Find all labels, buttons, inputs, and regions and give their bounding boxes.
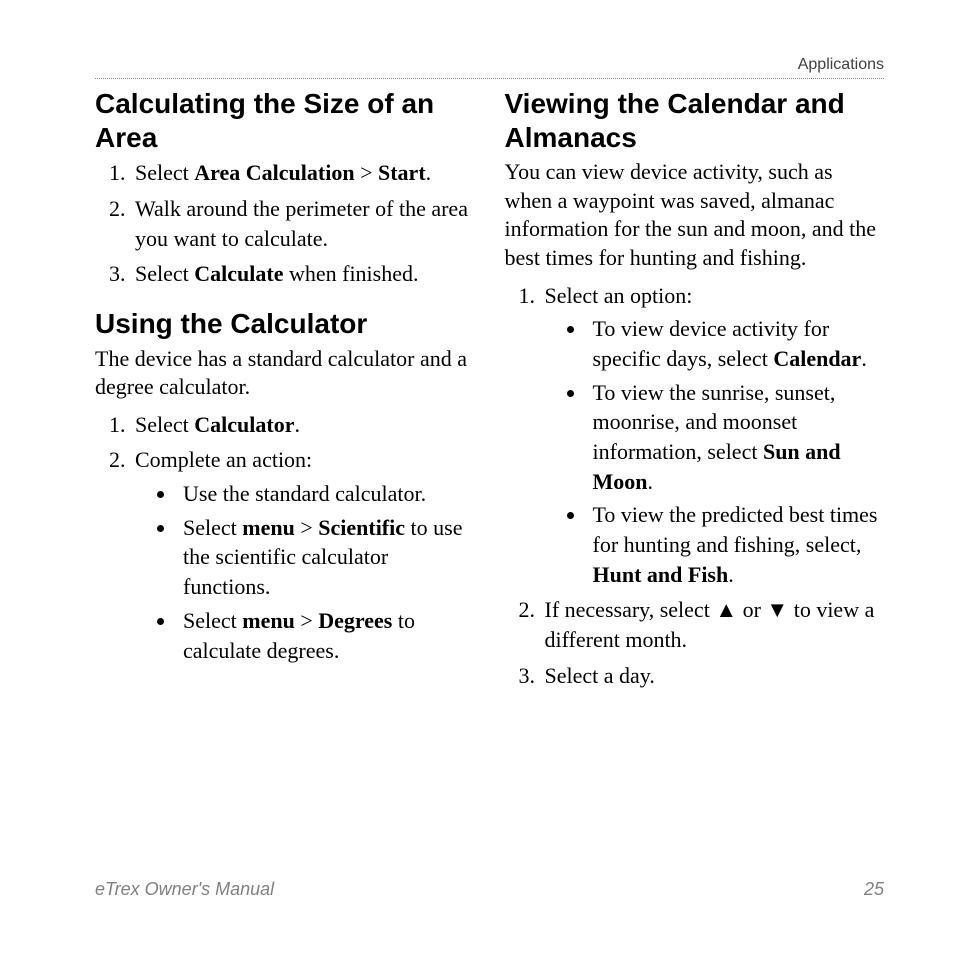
list-item: To view device activity for specific day… (587, 314, 885, 373)
calculator-intro: The device has a standard calculator and… (95, 345, 475, 402)
heading-calculator: Using the Calculator (95, 307, 475, 341)
heading-calendar-almanacs: Viewing the Calendar and Almanacs (505, 87, 885, 154)
list-item: Select menu > Scientific to use the scie… (177, 513, 475, 602)
heading-area-size: Calculating the Size of an Area (95, 87, 475, 154)
manual-title: eTrex Owner's Manual (95, 879, 274, 900)
calculator-options: Use the standard calculator. Select menu… (135, 479, 475, 665)
list-item: Walk around the perimeter of the area yo… (131, 194, 475, 253)
list-item: Use the standard calculator. (177, 479, 475, 509)
section-header: Applications (95, 56, 884, 74)
up-arrow-icon: ▲ (715, 597, 737, 622)
right-column: Viewing the Calendar and Almanacs You ca… (505, 87, 885, 701)
list-item: Select Calculate when finished. (131, 259, 475, 289)
calendar-options: To view device activity for specific day… (545, 314, 885, 589)
header-rule (95, 78, 884, 79)
list-item: If necessary, select ▲ or ▼ to view a di… (541, 595, 885, 654)
calendar-steps: Select an option: To view device activit… (505, 281, 885, 691)
down-arrow-icon: ▼ (766, 597, 788, 622)
calendar-intro: You can view device activity, such as wh… (505, 158, 885, 272)
content-columns: Calculating the Size of an Area Select A… (95, 87, 884, 701)
list-item: Complete an action: Use the standard cal… (131, 445, 475, 665)
list-item: To view the sunrise, sunset, moonrise, a… (587, 378, 885, 497)
list-item: Select menu > Degrees to calculate degre… (177, 606, 475, 665)
list-item: To view the predicted best times for hun… (587, 500, 885, 589)
list-item: Select a day. (541, 661, 885, 691)
calculator-steps: Select Calculator. Complete an action: U… (95, 410, 475, 666)
manual-page: Applications Calculating the Size of an … (0, 0, 954, 954)
page-footer: eTrex Owner's Manual 25 (95, 879, 884, 900)
list-item: Select an option: To view device activit… (541, 281, 885, 590)
left-column: Calculating the Size of an Area Select A… (95, 87, 475, 701)
list-item: Select Area Calculation > Start. (131, 158, 475, 188)
page-number: 25 (864, 879, 884, 900)
area-steps: Select Area Calculation > Start. Walk ar… (95, 158, 475, 289)
list-item: Select Calculator. (131, 410, 475, 440)
